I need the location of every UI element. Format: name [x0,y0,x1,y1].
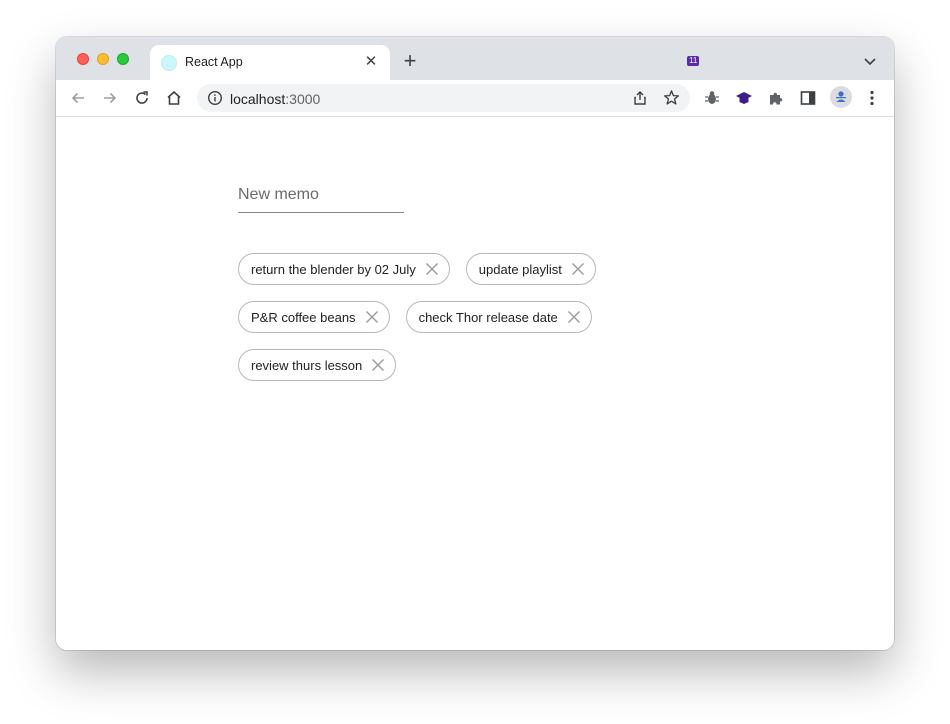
profile-avatar[interactable] [830,86,852,108]
delete-memo-icon[interactable] [371,358,385,372]
back-arrow-icon[interactable] [69,89,87,107]
browser-window: React App ✕ + localhost:3000 New memo re… [56,37,894,650]
bookmark-star-icon[interactable] [663,89,680,106]
delete-memo-icon[interactable] [365,310,379,324]
share-icon[interactable] [632,90,648,106]
home-icon[interactable] [165,89,183,107]
side-panel-icon[interactable] [799,89,817,107]
minimize-window-button[interactable] [97,53,109,65]
tab-close-icon[interactable]: ✕ [363,54,379,70]
tab-strip: React App ✕ + [56,37,894,80]
memo-chip-label: check Thor release date [418,309,558,325]
close-window-button[interactable] [77,53,89,65]
fullscreen-window-button[interactable] [117,53,129,65]
memo-chip-label: P&R coffee beans [251,309,356,325]
page-content: return the blender by 02 July update play… [56,117,894,650]
forward-arrow-icon[interactable] [101,89,119,107]
memo-chip-label: return the blender by 02 July [251,261,416,277]
react-favicon-icon [161,55,177,71]
new-tab-button[interactable]: + [400,50,420,72]
reload-icon[interactable] [133,89,151,107]
browser-toolbar: localhost:3000 [56,80,894,117]
tab-search-chevron-icon[interactable] [862,53,878,69]
profile-person-icon [836,91,846,102]
delete-memo-icon[interactable] [567,310,581,324]
extension-badge: 11 [687,56,700,66]
memo-chip-label: update playlist [478,261,562,277]
memo-chip[interactable]: check Thor release date [405,301,592,333]
tab-title: React App [185,55,243,69]
memo-chip-label: review thurs lesson [251,357,363,373]
delete-memo-icon[interactable] [571,262,585,276]
site-info-icon[interactable] [207,90,223,106]
memo-chip[interactable]: P&R coffee beans [238,301,390,333]
memo-chip[interactable]: update playlist [465,253,596,285]
memo-chip-list: return the blender by 02 July update play… [238,253,658,381]
address-bar[interactable]: localhost:3000 [197,84,690,112]
delete-memo-icon[interactable] [425,262,439,276]
memo-chip[interactable]: return the blender by 02 July [238,253,450,285]
url-port: :3000 [285,91,321,107]
tab-react-app[interactable]: React App ✕ [150,45,390,80]
extensions-puzzle-icon[interactable] [767,89,785,107]
new-memo-input[interactable] [238,183,404,213]
graduation-cap-extension-icon[interactable] [735,89,753,107]
url-host: localhost [230,91,286,107]
more-menu-icon[interactable] [863,89,881,107]
url-text[interactable]: localhost:3000 [230,91,320,107]
bug-extension-icon[interactable] [703,89,721,107]
memo-chip[interactable]: review thurs lesson [238,349,397,381]
